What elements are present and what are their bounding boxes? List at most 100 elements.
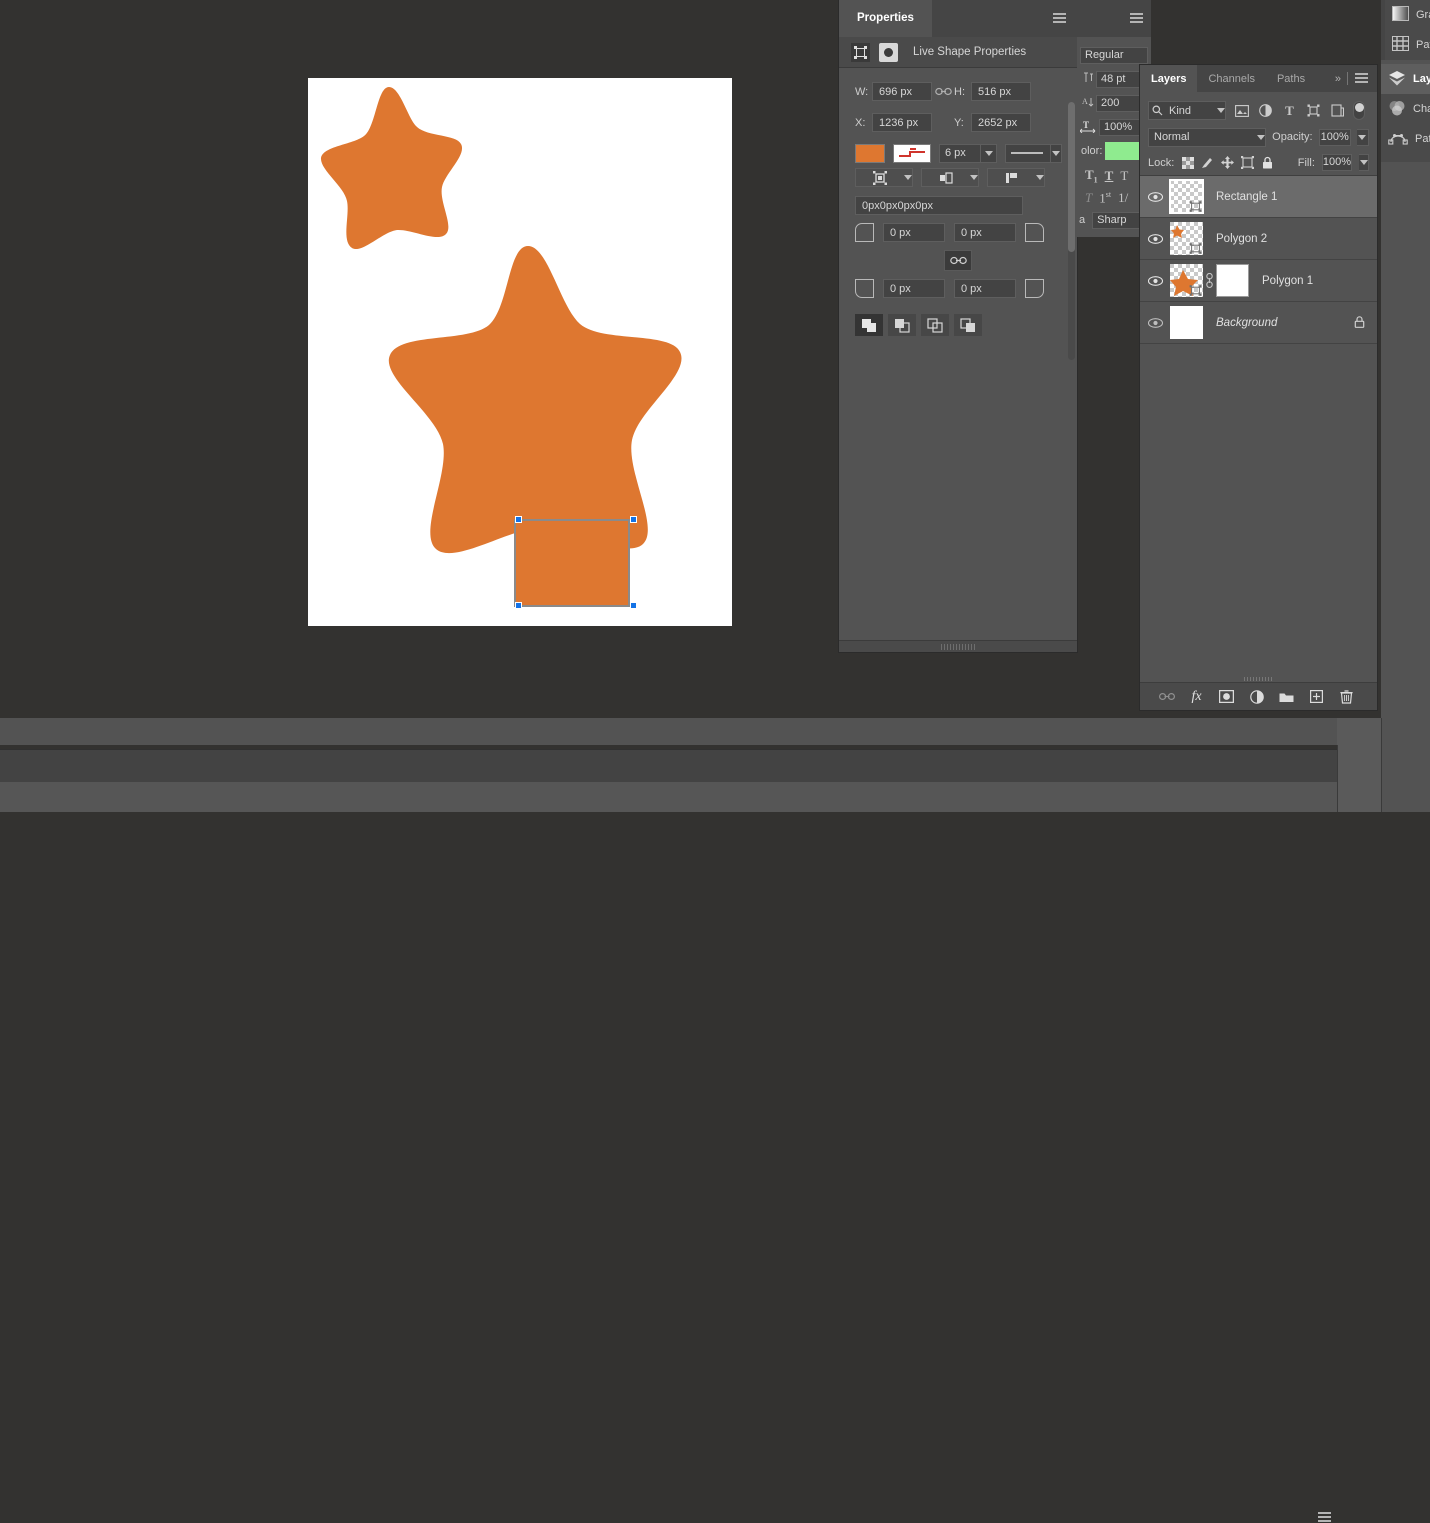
font-style-select[interactable]: Regular (1080, 47, 1148, 64)
subtract-front-op-button[interactable] (921, 314, 949, 336)
height-input[interactable]: 516 px (971, 82, 1031, 101)
width-input[interactable]: 696 px (872, 82, 932, 101)
stroke-align-combo[interactable] (855, 168, 913, 187)
fraction-icon[interactable]: 1/ (1118, 190, 1128, 206)
layer-name[interactable]: Polygon 1 (1249, 275, 1377, 287)
layer-thumbnail[interactable] (1170, 306, 1203, 339)
canvas-workspace[interactable] (0, 0, 840, 718)
layer-thumbnail[interactable] (1170, 180, 1203, 213)
filter-enable-toggle[interactable] (1353, 101, 1365, 120)
transform-handle-top-left[interactable] (515, 516, 522, 523)
panel-resize-grip[interactable] (941, 644, 975, 650)
faux-italic-icon[interactable]: T (1085, 190, 1092, 206)
font-size-input[interactable]: 48 pt (1096, 71, 1144, 88)
layers-panel[interactable]: Layers Channels Paths » Kind T (1140, 65, 1377, 710)
smart-object-filter-icon[interactable] (1329, 102, 1346, 119)
radius-top-left-input[interactable]: 0 px (883, 223, 945, 242)
shape-polygon-2[interactable] (321, 87, 462, 249)
radius-bottom-left-input[interactable]: 0 px (883, 279, 945, 298)
transform-handle-top-right[interactable] (630, 516, 637, 523)
lock-position-icon[interactable] (1221, 154, 1234, 171)
y-input[interactable]: 2652 px (971, 113, 1031, 132)
properties-tabbar[interactable]: Properties (839, 0, 1077, 37)
layer-name[interactable]: Rectangle 1 (1203, 191, 1377, 203)
table-row[interactable]: Polygon 2 (1140, 218, 1377, 260)
fill-chevron-down-icon[interactable] (1359, 154, 1369, 171)
mask-thumbnail-icon[interactable] (879, 43, 898, 62)
layer-visibility-toggle[interactable] (1140, 276, 1170, 286)
leading-input[interactable]: 200 (1096, 95, 1144, 112)
new-layer-op-button[interactable] (855, 314, 883, 336)
table-row[interactable]: Polygon 1 (1140, 260, 1377, 302)
opacity-input[interactable]: 100% (1319, 129, 1351, 146)
blend-mode-select[interactable]: Normal (1148, 128, 1266, 147)
horizontal-scale-input[interactable]: 100% (1099, 119, 1141, 136)
layers-menu-icon[interactable] (1355, 73, 1368, 84)
transform-handle-bottom-right[interactable] (630, 602, 637, 609)
x-input[interactable]: 1236 px (872, 113, 932, 132)
delete-layer-button[interactable] (1338, 688, 1355, 705)
faux-strikethrough-icon[interactable]: T (1120, 168, 1128, 184)
dock-item-patterns[interactable]: Pat (1385, 30, 1430, 60)
corner-bottom-left-icon[interactable] (855, 279, 874, 298)
bottom-panel-menu-icon[interactable] (1318, 1512, 1331, 1523)
text-color-swatch[interactable] (1105, 142, 1139, 160)
layer-style-button[interactable]: fx (1188, 688, 1205, 705)
layers-panel-footer[interactable]: fx (1140, 682, 1377, 710)
dock-flyout-layers[interactable]: Lay Cha Pat (1381, 64, 1430, 162)
layer-lock-icon[interactable] (1354, 315, 1365, 331)
layer-name[interactable]: Background (1203, 317, 1354, 329)
layer-visibility-toggle[interactable] (1140, 318, 1170, 328)
tab-layers[interactable]: Layers (1140, 65, 1197, 92)
properties-panel[interactable]: Properties Live Shape Properties W: 696 … (839, 0, 1077, 652)
adjustment-filter-icon[interactable] (1257, 102, 1274, 119)
radius-summary-input[interactable]: 0px0px0px0px (855, 196, 1023, 215)
new-layer-button[interactable] (1308, 688, 1325, 705)
shape-rectangle-1[interactable] (515, 520, 629, 606)
intersect-shapes-op-button[interactable] (954, 314, 982, 336)
layer-thumbnail[interactable] (1170, 222, 1203, 255)
ordinal-icon[interactable]: 1st (1099, 190, 1111, 206)
lock-all-icon[interactable] (1261, 154, 1274, 171)
stroke-width-combo[interactable]: 6 px (939, 144, 997, 163)
chevron-down-icon[interactable] (980, 145, 996, 162)
chevron-double-right-icon[interactable]: » (1335, 73, 1341, 85)
transform-handle-bottom-left[interactable] (515, 602, 522, 609)
stroke-cap-combo[interactable] (921, 168, 979, 187)
chevron-down-icon[interactable] (1036, 175, 1044, 180)
dock-item-channels[interactable]: Cha (1381, 94, 1430, 124)
chevron-down-icon[interactable] (1050, 145, 1061, 162)
link-icon[interactable] (932, 85, 954, 99)
tab-paths[interactable]: Paths (1266, 65, 1316, 92)
layer-mask-thumbnail[interactable] (1216, 264, 1249, 297)
layer-thumbnail[interactable] (1170, 264, 1203, 297)
corner-top-left-icon[interactable] (855, 223, 874, 242)
chevron-down-icon[interactable] (1217, 108, 1225, 113)
shape-filter-icon[interactable] (1305, 102, 1322, 119)
properties-menu-icon[interactable] (1053, 13, 1066, 24)
stroke-corner-combo[interactable] (987, 168, 1045, 187)
faux-bold-icon[interactable]: T1 (1085, 167, 1098, 185)
chevron-down-icon[interactable] (904, 175, 912, 180)
document-canvas[interactable] (308, 78, 732, 626)
properties-panel-footer[interactable] (839, 640, 1077, 652)
shape-polygon-1[interactable] (389, 246, 682, 553)
layer-name[interactable]: Polygon 2 (1203, 233, 1377, 245)
opacity-chevron-down-icon[interactable] (1357, 129, 1369, 146)
stroke-color-swatch[interactable] (893, 144, 931, 163)
link-radius-icon[interactable] (944, 250, 972, 271)
bottom-bar-middle[interactable] (0, 749, 1337, 783)
stroke-style-combo[interactable] (1005, 144, 1062, 163)
combine-shapes-op-button[interactable] (888, 314, 916, 336)
dock-flyout-top[interactable]: Gra Pat (1385, 0, 1430, 60)
filter-kind-select[interactable]: Kind (1148, 101, 1226, 120)
character-tabbar[interactable] (1077, 0, 1151, 37)
layer-visibility-toggle[interactable] (1140, 192, 1170, 202)
table-row[interactable]: Background (1140, 302, 1377, 344)
lock-artboard-icon[interactable] (1241, 154, 1254, 171)
image-filter-icon[interactable] (1233, 102, 1250, 119)
corner-top-right-icon[interactable] (1025, 223, 1044, 242)
lock-image-pixels-icon[interactable] (1201, 154, 1214, 171)
type-filter-icon[interactable]: T (1281, 102, 1298, 119)
live-shape-icon[interactable] (851, 43, 870, 62)
